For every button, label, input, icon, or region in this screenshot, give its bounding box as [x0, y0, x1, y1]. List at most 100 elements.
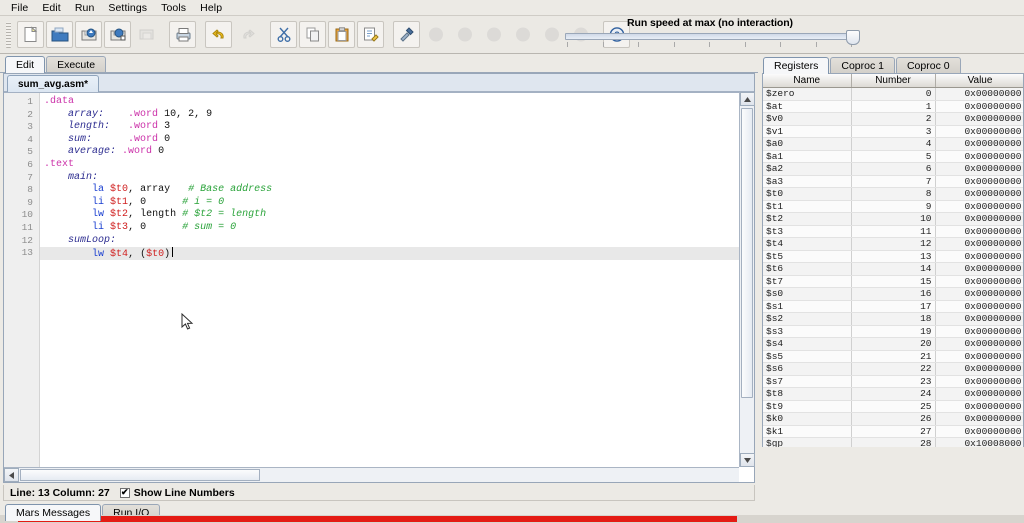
code-editor[interactable]: 1 2 3 4 5 6 7 8 9 10 11 12 13 .data arra…: [4, 92, 754, 482]
bottom-right-filler: [758, 447, 1024, 523]
tab-edit[interactable]: Edit: [5, 56, 46, 73]
table-row[interactable]: $a0 4 0x00000000: [763, 137, 1023, 151]
table-row[interactable]: $s4 20 0x00000000: [763, 337, 1023, 351]
code-token-plain: ): [164, 249, 171, 261]
paste-icon[interactable]: [328, 21, 355, 48]
table-row[interactable]: $zero 0 0x00000000: [763, 87, 1023, 101]
run-speed-slider[interactable]: [565, 30, 860, 45]
menu-file[interactable]: File: [4, 1, 35, 15]
show-line-numbers-checkbox[interactable]: ✔: [119, 487, 130, 498]
undo-icon[interactable]: [205, 21, 232, 48]
editor-area: sum_avg.asm* 1 2 3 4 5 6 7 8 9 10 11 12 …: [3, 73, 755, 483]
table-row[interactable]: $t9 25 0x00000000: [763, 400, 1023, 413]
column-header-number[interactable]: Number: [851, 74, 936, 88]
tab-registers[interactable]: Registers: [763, 57, 830, 74]
table-row[interactable]: $k0 26 0x00000000: [763, 412, 1023, 426]
tab-execute[interactable]: Execute: [46, 56, 107, 72]
code-line[interactable]: length: .word 3: [40, 121, 754, 134]
table-row[interactable]: $t0 8 0x00000000: [763, 187, 1023, 201]
horizontal-scroll-thumb[interactable]: [20, 469, 260, 481]
register-value-cell: 0x00000000: [935, 387, 1023, 401]
code-line[interactable]: average: .word 0: [40, 146, 754, 159]
editor-vertical-scrollbar[interactable]: [739, 92, 755, 467]
scroll-up-arrow-icon[interactable]: [740, 92, 755, 106]
run-speed-control[interactable]: Run speed at max (no interaction): [565, 17, 865, 53]
table-row[interactable]: $s3 19 0x00000000: [763, 325, 1023, 338]
tab-coproc-1[interactable]: Coproc 1: [830, 57, 895, 73]
toolbar-drag-handle[interactable]: [6, 21, 11, 48]
save-file-icon[interactable]: [75, 21, 102, 48]
caret-position-label: Line: 13 Column: 27: [10, 486, 110, 499]
table-row[interactable]: $s2 18 0x00000000: [763, 312, 1023, 326]
menu-settings[interactable]: Settings: [101, 1, 154, 15]
code-line[interactable]: la $t0, array # Base address: [40, 184, 754, 197]
menu-edit[interactable]: Edit: [35, 1, 68, 15]
tab-coproc-0[interactable]: Coproc 0: [895, 57, 961, 73]
menu-help[interactable]: Help: [193, 1, 229, 15]
assemble-icon[interactable]: [393, 21, 420, 48]
table-row[interactable]: $s0 16 0x00000000: [763, 287, 1023, 301]
register-number-cell: 15: [851, 275, 936, 288]
table-row[interactable]: $t4 12 0x00000000: [763, 237, 1023, 251]
register-number-cell: 18: [851, 312, 936, 326]
register-name-cell: $t6: [763, 262, 852, 276]
cut-icon[interactable]: [270, 21, 297, 48]
register-number-cell: 26: [851, 412, 936, 426]
column-header-name[interactable]: Name: [763, 74, 852, 88]
code-line[interactable]: sumLoop:: [40, 235, 754, 248]
table-row[interactable]: $t8 24 0x00000000: [763, 387, 1023, 401]
register-value-cell: 0x00000000: [935, 150, 1023, 163]
code-token-plain: , (: [128, 249, 147, 261]
code-line[interactable]: .text: [40, 159, 754, 172]
table-row[interactable]: $k1 27 0x00000000: [763, 425, 1023, 438]
register-number-cell: 6: [851, 162, 936, 176]
menu-tools[interactable]: Tools: [154, 1, 193, 15]
code-line[interactable]: sum: .word 0: [40, 134, 754, 147]
table-row[interactable]: $at 1 0x00000000: [763, 100, 1023, 113]
source-code-text[interactable]: .data array: .word 10, 2, 9 length: .wor…: [40, 93, 754, 482]
scroll-left-arrow-icon[interactable]: [4, 468, 19, 482]
register-name-cell: $zero: [763, 87, 852, 101]
table-row[interactable]: $t2 10 0x00000000: [763, 212, 1023, 226]
editor-horizontal-scrollbar[interactable]: [4, 467, 739, 482]
code-line[interactable]: array: .word 10, 2, 9: [40, 109, 754, 122]
run-speed-slider-knob[interactable]: [846, 30, 860, 45]
table-row[interactable]: $s1 17 0x00000000: [763, 300, 1023, 313]
column-header-value[interactable]: Value: [935, 74, 1023, 88]
open-file-icon[interactable]: [46, 21, 73, 48]
code-line[interactable]: li $t1, 0 # i = 0: [40, 197, 754, 210]
tab-mars-messages[interactable]: Mars Messages: [5, 504, 102, 521]
line-number: 12: [21, 234, 33, 246]
code-line[interactable]: lw $t2, length # $t2 = length: [40, 209, 754, 222]
table-row[interactable]: $a1 5 0x00000000: [763, 150, 1023, 163]
save-as-icon[interactable]: [104, 21, 131, 48]
table-row[interactable]: $t7 15 0x00000000: [763, 275, 1023, 288]
vertical-scroll-thumb[interactable]: [741, 108, 753, 398]
table-row[interactable]: $s6 22 0x00000000: [763, 362, 1023, 376]
table-row[interactable]: $t5 13 0x00000000: [763, 250, 1023, 263]
new-file-icon[interactable]: [17, 21, 44, 48]
code-line[interactable]: main:: [40, 172, 754, 185]
table-row[interactable]: $a2 6 0x00000000: [763, 162, 1023, 176]
print-icon[interactable]: [169, 21, 196, 48]
register-number-cell: 27: [851, 425, 936, 438]
menu-run[interactable]: Run: [68, 1, 102, 15]
code-line[interactable]: lw $t4, ($t0): [40, 247, 754, 260]
table-row[interactable]: $a3 7 0x00000000: [763, 175, 1023, 188]
table-row[interactable]: $v0 2 0x00000000: [763, 112, 1023, 126]
copy-icon[interactable]: [299, 21, 326, 48]
table-row[interactable]: $s5 21 0x00000000: [763, 350, 1023, 363]
table-row[interactable]: $t6 14 0x00000000: [763, 262, 1023, 276]
register-name-cell: $a3: [763, 175, 852, 188]
file-tab-sum-avg-asm[interactable]: sum_avg.asm*: [7, 75, 100, 92]
code-line[interactable]: li $t3, 0 # sum = 0: [40, 222, 754, 235]
table-row[interactable]: $t1 9 0x00000000: [763, 200, 1023, 213]
table-row[interactable]: $t3 11 0x00000000: [763, 225, 1023, 238]
table-row[interactable]: $v1 3 0x00000000: [763, 125, 1023, 138]
table-row[interactable]: $s7 23 0x00000000: [763, 375, 1023, 388]
scroll-down-arrow-icon[interactable]: [740, 453, 755, 467]
register-name-cell: $v0: [763, 112, 852, 126]
register-number-cell: 10: [851, 212, 936, 226]
find-replace-icon[interactable]: [357, 21, 384, 48]
code-line[interactable]: .data: [40, 96, 754, 109]
